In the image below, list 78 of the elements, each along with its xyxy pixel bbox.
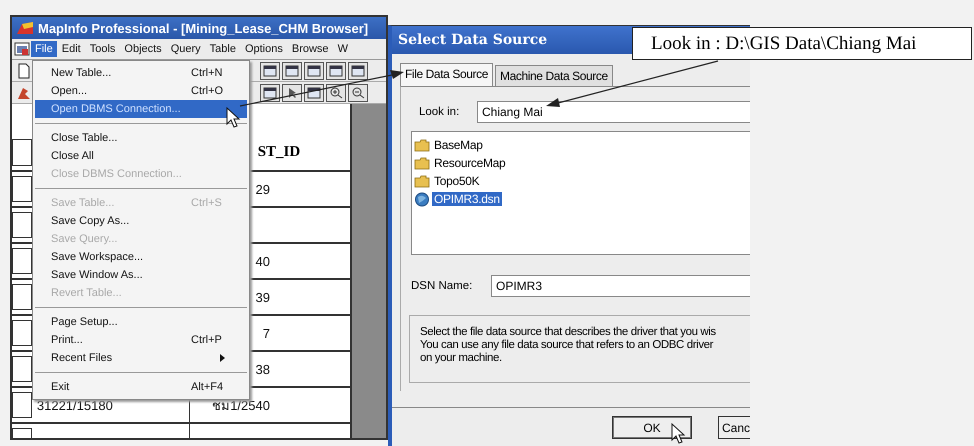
- menu-item[interactable]: Exit Alt+F4: [35, 378, 247, 396]
- menu-item[interactable]: Close Table...: [35, 129, 247, 147]
- look-in-field[interactable]: Chiang Mai: [477, 101, 750, 123]
- document-icon: [14, 42, 30, 56]
- submenu-arrow-icon: [220, 354, 225, 362]
- menu-item[interactable]: Print... Ctrl+P: [35, 331, 247, 349]
- menu-item[interactable]: Options: [240, 41, 287, 57]
- tab[interactable]: File Data Source: [400, 63, 493, 86]
- table-cell: 29: [255, 182, 270, 196]
- window-icon[interactable]: [260, 62, 280, 80]
- list-entry[interactable]: BaseMap: [432, 138, 485, 152]
- menu-item[interactable]: Table: [206, 41, 240, 57]
- menu-item[interactable]: File: [31, 41, 57, 57]
- menu-item[interactable]: Recent Files: [35, 349, 247, 367]
- menu-item[interactable]: Objects: [120, 41, 166, 57]
- menu-item[interactable]: Open DBMS Connection...: [35, 100, 247, 118]
- field-label: Look in:: [419, 106, 460, 118]
- menu-item[interactable]: Edit: [58, 41, 85, 57]
- folder-icon: [414, 174, 430, 188]
- row-selector[interactable]: [12, 284, 32, 310]
- menu-item[interactable]: Save Window As...: [35, 266, 247, 284]
- table-cell-text: ชม1/2540: [212, 396, 270, 414]
- cancel-button[interactable]: Canc: [718, 416, 750, 439]
- shortcut-text: Ctrl+O: [191, 85, 224, 97]
- shortcut-text: Ctrl+N: [191, 67, 224, 79]
- shortcut-text: Ctrl+P: [191, 334, 223, 346]
- row-selector[interactable]: [12, 320, 32, 346]
- zoom-out-icon[interactable]: [348, 84, 368, 102]
- dsn-name-field[interactable]: OPIMR3: [491, 275, 750, 297]
- row-selector[interactable]: [12, 176, 32, 202]
- row-selector[interactable]: [12, 392, 32, 418]
- globe-icon: [414, 192, 430, 206]
- menu-item[interactable]: Close All: [35, 147, 247, 165]
- menu-item[interactable]: W: [334, 41, 352, 57]
- window-icon[interactable]: [260, 84, 280, 102]
- row-selector[interactable]: [12, 356, 32, 382]
- list-entry[interactable]: OPIMR3.dsn: [432, 192, 502, 206]
- window-icon[interactable]: [304, 84, 324, 102]
- window-icon[interactable]: [348, 62, 368, 80]
- tab[interactable]: Machine Data Source: [494, 65, 613, 86]
- table-cell: 40: [255, 254, 270, 268]
- cursor-icon: [226, 106, 240, 128]
- field-label: DSN Name:: [411, 280, 474, 292]
- menu-item[interactable]: Tools: [86, 41, 120, 57]
- list-entry[interactable]: ResourceMap: [432, 156, 508, 170]
- table-cell: 39: [255, 290, 270, 304]
- zoom-in-icon[interactable]: [326, 84, 346, 102]
- cursor-icon: [672, 422, 686, 444]
- window-icon[interactable]: [282, 62, 302, 80]
- folder-icon: [414, 138, 430, 152]
- row-selector[interactable]: [12, 248, 32, 274]
- window-title: MapInfo Professional - [Mining_Lease_CHM Browser]: [38, 20, 368, 36]
- table-cell: 31221/15180: [36, 398, 113, 412]
- menu-item[interactable]: Save Copy As...: [35, 212, 247, 230]
- ok-button[interactable]: OK: [612, 416, 692, 439]
- menu-item[interactable]: Save Workspace...: [35, 248, 247, 266]
- callout-label: Look in : D:\GIS Data\Chiang Mai: [632, 27, 972, 60]
- menu-item[interactable]: Browse: [288, 41, 333, 57]
- folder-icon: [414, 156, 430, 170]
- dialog-title: Select Data Source: [398, 32, 548, 48]
- app-logo-icon: [16, 21, 34, 35]
- shortcut-text: Ctrl+S: [191, 197, 223, 209]
- list-entry[interactable]: Topo50K: [432, 174, 482, 188]
- menu-item[interactable]: Query: [166, 41, 205, 57]
- shortcut-text: Alt+F4: [191, 381, 224, 393]
- window-icon[interactable]: [304, 62, 324, 80]
- table-cell: 7: [262, 326, 270, 340]
- document-icon: [16, 62, 32, 78]
- table-cell: 38: [255, 362, 270, 376]
- window-icon[interactable]: [326, 62, 346, 80]
- menu-item[interactable]: New Table... Ctrl+N: [35, 64, 247, 82]
- pointer-icon[interactable]: [282, 84, 302, 102]
- row-selector[interactable]: [12, 212, 32, 238]
- description-text: Select the file data source that describes the driver that you wis You can use any file data source that refers to an ODBC driver on your machine.: [420, 326, 717, 365]
- menu-item[interactable]: Page Setup...: [35, 313, 247, 331]
- header-text: ST_ID: [258, 144, 300, 161]
- row-selector[interactable]: [12, 139, 32, 166]
- menu-item[interactable]: Open... Ctrl+O: [35, 82, 247, 100]
